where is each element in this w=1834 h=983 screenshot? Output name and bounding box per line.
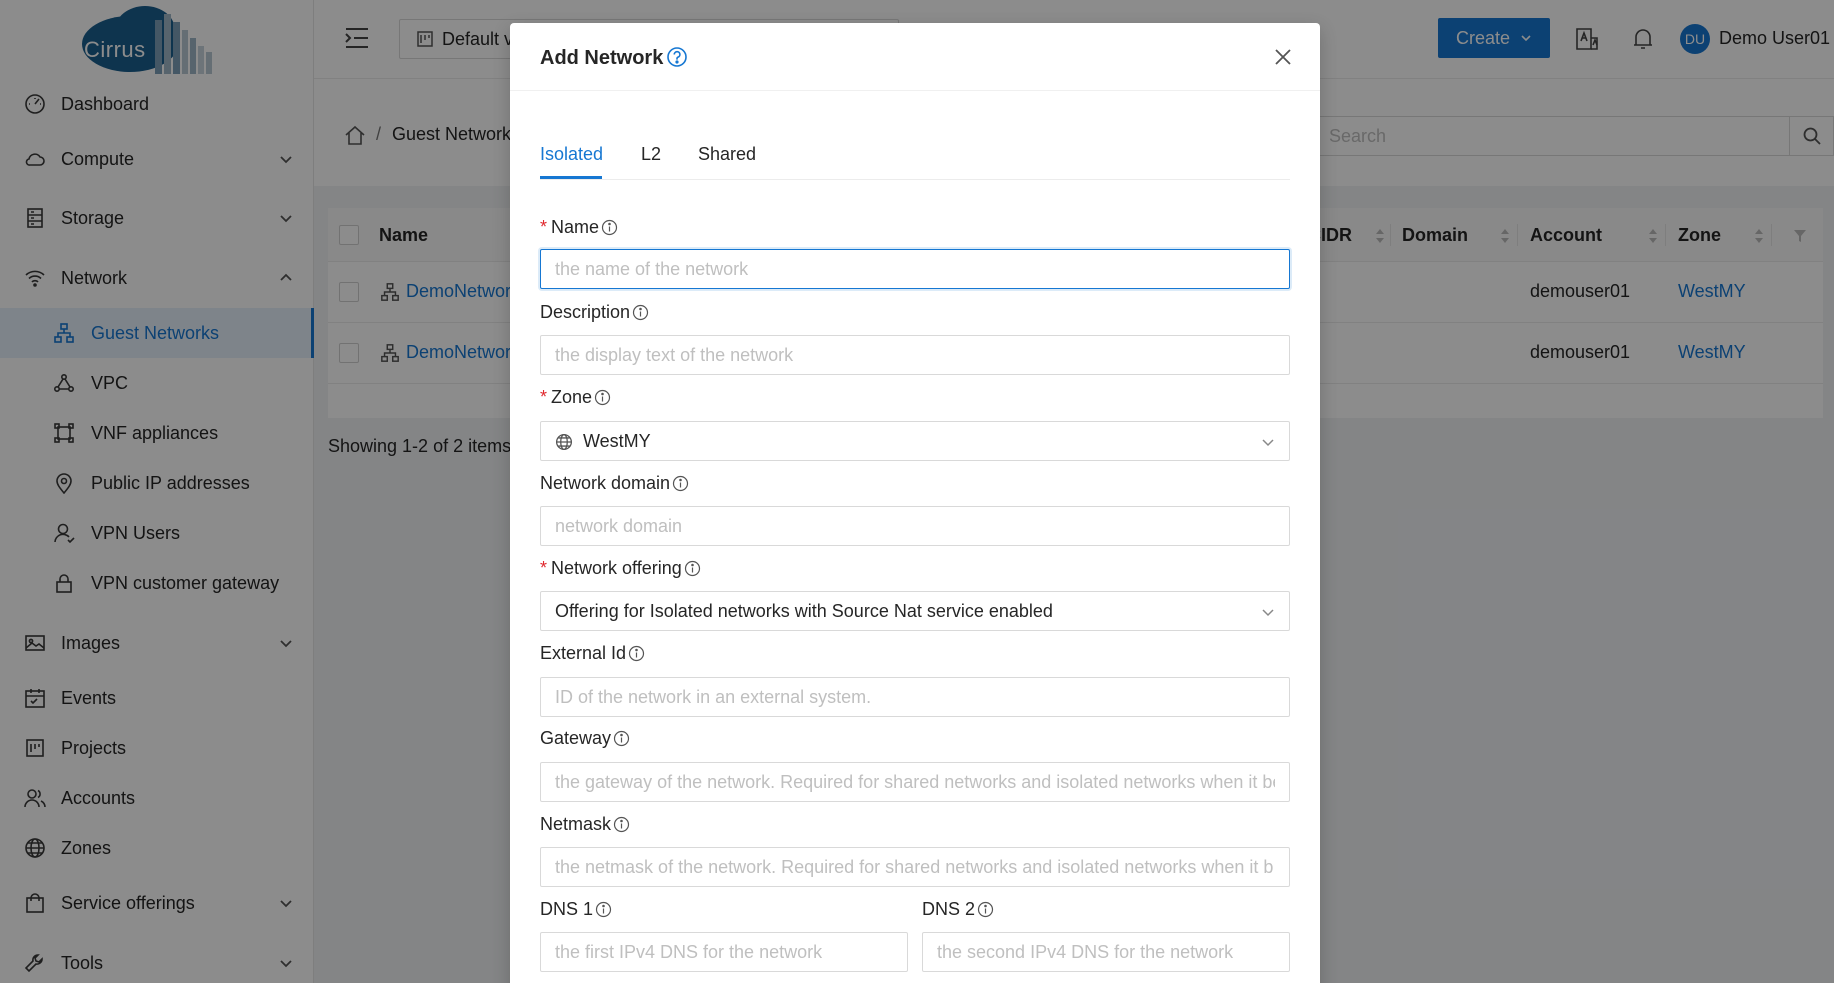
network-offering-select[interactable]: Offering for Isolated networks with Sour… (540, 591, 1290, 631)
name-label: Name (551, 217, 600, 237)
add-network-dialog: Add Network Isolated L2 Shared * Name De… (510, 23, 1320, 983)
network-type-tabs: Isolated L2 Shared (540, 138, 1290, 180)
globe-icon (555, 433, 573, 451)
name-input[interactable] (555, 250, 1275, 288)
description-label-row: Description (540, 302, 649, 323)
info-circle-icon[interactable] (684, 560, 701, 577)
name-field (540, 249, 1290, 289)
active-tab-indicator (540, 176, 602, 179)
netmask-label: Netmask (540, 814, 612, 834)
network-domain-label: Network domain (540, 473, 671, 493)
info-circle-icon[interactable] (594, 389, 611, 406)
zone-label: Zone (551, 387, 593, 407)
info-circle-icon[interactable] (613, 730, 630, 747)
dialog-title: Add Network (540, 47, 664, 69)
netmask-label-row: Netmask (540, 814, 630, 835)
description-input[interactable] (555, 336, 1275, 374)
dns1-input[interactable] (555, 933, 895, 971)
tab-l2[interactable]: L2 (641, 144, 661, 165)
tab-isolated[interactable]: Isolated (540, 144, 603, 165)
gateway-input[interactable] (555, 763, 1275, 801)
name-label-row: * Name (540, 217, 618, 238)
netmask-field (540, 847, 1290, 887)
zone-select[interactable]: WestMY (540, 421, 1290, 461)
info-circle-icon[interactable] (601, 219, 618, 236)
tab-shared[interactable]: Shared (698, 144, 756, 165)
network-domain-input[interactable] (555, 507, 1275, 545)
info-circle-icon[interactable] (672, 475, 689, 492)
required-mark: * (540, 387, 548, 407)
dns2-label: DNS 2 (922, 899, 976, 919)
external-id-label: External Id (540, 643, 627, 663)
gateway-label-row: Gateway (540, 728, 630, 749)
dns1-label: DNS 1 (540, 899, 594, 919)
gateway-label: Gateway (540, 728, 612, 748)
description-label: Description (540, 302, 631, 322)
info-circle-icon[interactable] (628, 645, 645, 662)
dns1-label-row: DNS 1 (540, 899, 612, 920)
zone-label-row: * Zone (540, 387, 611, 408)
network-offering-label-row: * Network offering (540, 558, 701, 579)
required-mark: * (540, 558, 548, 578)
info-circle-icon[interactable] (632, 304, 649, 321)
external-id-input[interactable] (555, 678, 1275, 716)
question-circle-icon[interactable] (666, 46, 688, 68)
network-offering-value: Offering for Isolated networks with Sour… (555, 601, 1053, 621)
dns2-input[interactable] (937, 933, 1277, 971)
zone-select-value: WestMY (583, 431, 651, 451)
gateway-field (540, 762, 1290, 802)
chevron-down-icon (1261, 435, 1275, 449)
netmask-input[interactable] (555, 848, 1275, 886)
external-id-label-row: External Id (540, 643, 645, 664)
close-icon[interactable] (1274, 48, 1292, 66)
network-domain-field (540, 506, 1290, 546)
dialog-header: Add Network (510, 23, 1320, 91)
required-mark: * (540, 217, 548, 237)
network-domain-label-row: Network domain (540, 473, 689, 494)
chevron-down-icon (1261, 605, 1275, 619)
network-offering-label: Network offering (551, 558, 682, 578)
info-circle-icon[interactable] (595, 901, 612, 918)
dns2-label-row: DNS 2 (922, 899, 994, 920)
info-circle-icon[interactable] (613, 816, 630, 833)
description-field (540, 335, 1290, 375)
dns1-field (540, 932, 908, 972)
external-id-field (540, 677, 1290, 717)
info-circle-icon[interactable] (977, 901, 994, 918)
dns2-field (922, 932, 1290, 972)
